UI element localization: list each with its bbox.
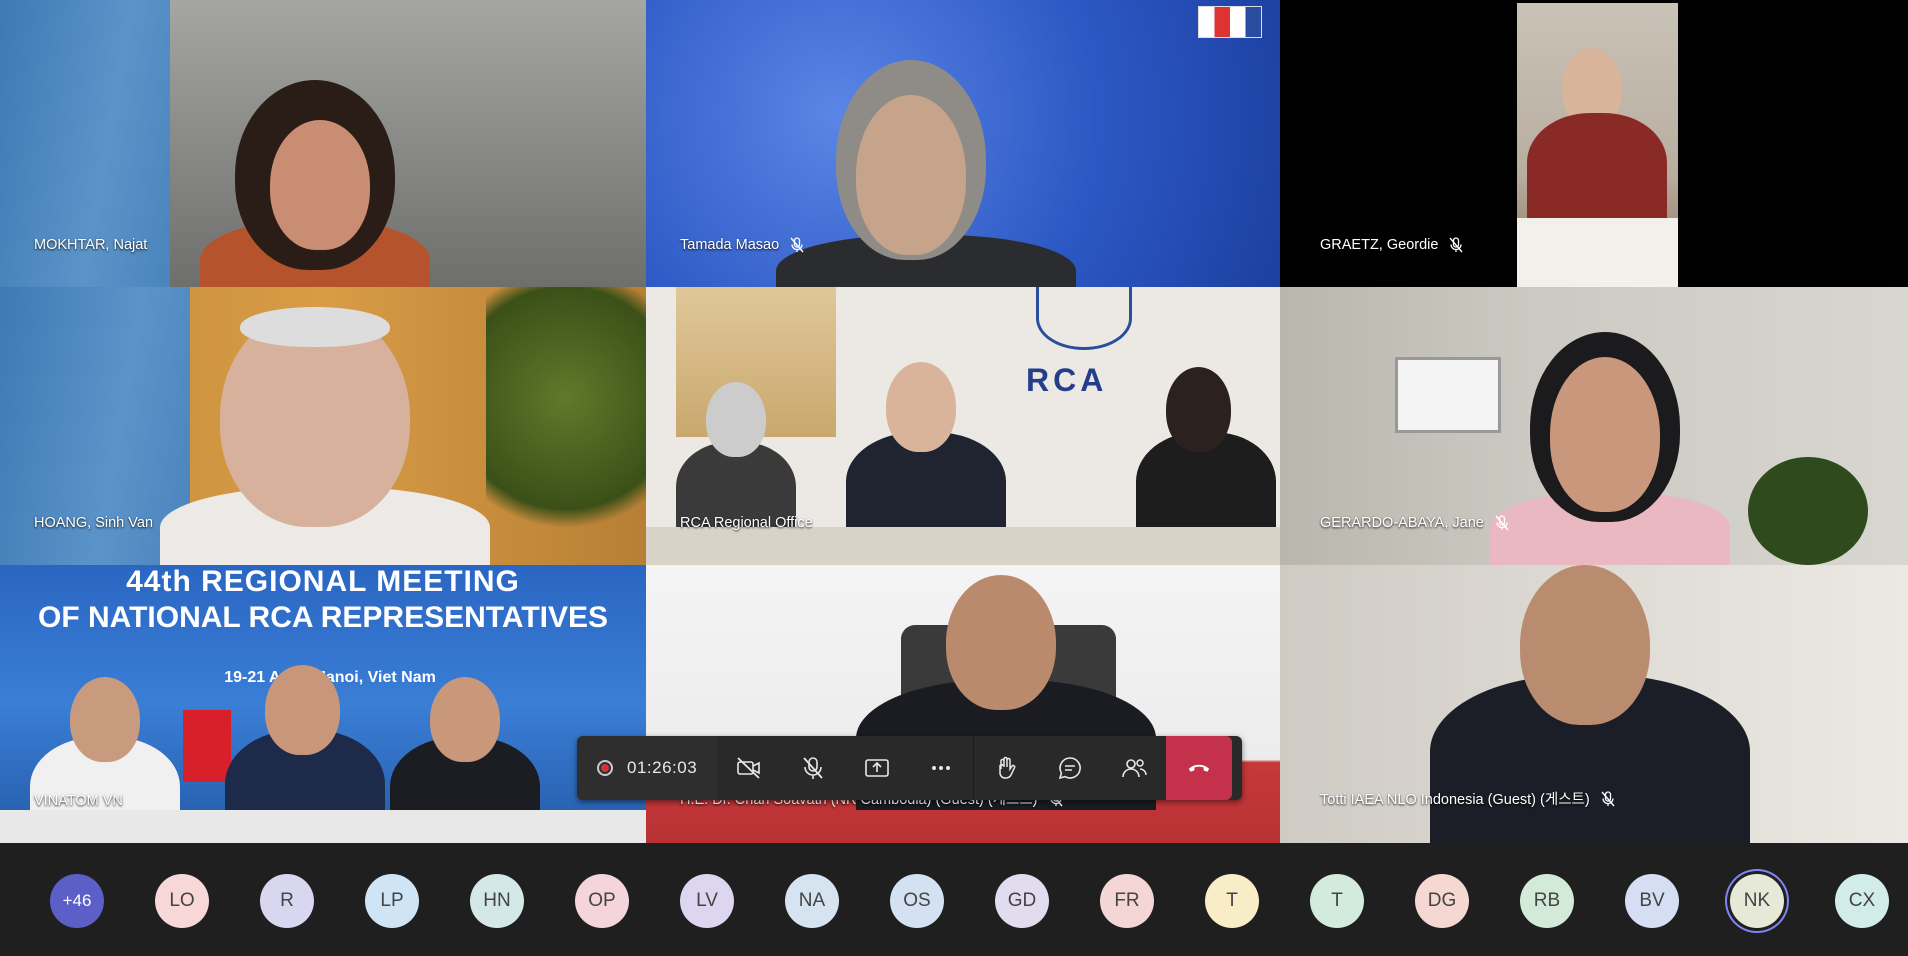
participant-name-tag: VINATOM VN: [34, 793, 123, 809]
plant: [1748, 457, 1868, 565]
participant-avatar[interactable]: FR: [1100, 874, 1154, 928]
more-options-button[interactable]: [909, 736, 973, 800]
participants-icon: [1122, 759, 1147, 778]
video-tile-totti[interactable]: Totti IAEA NLO Indonesia (Guest) (게스트): [1280, 565, 1908, 843]
mic-toggle-button[interactable]: [781, 736, 845, 800]
rca-emblem: [1036, 287, 1132, 350]
vietnam-flag-icon: [183, 710, 231, 782]
video-tile-mokhtar[interactable]: MOKHTAR, Najat: [0, 0, 646, 287]
plant: [486, 287, 646, 565]
rca-sign: RCA: [1026, 362, 1108, 398]
certificate: [1395, 357, 1501, 433]
participant-avatar[interactable]: LO: [155, 874, 209, 928]
participant-avatar[interactable]: DG: [1415, 874, 1469, 928]
table: [646, 527, 1280, 565]
participant-name-tag: GRAETZ, Geordie: [1320, 237, 1464, 253]
participant-avatar-strip: +46 LO R LP HN OP LV NA OS GD FR T T DG …: [0, 843, 1908, 956]
participant-avatar[interactable]: T: [1310, 874, 1364, 928]
raise-hand-icon: [999, 756, 1016, 779]
mic-off-icon: [1449, 237, 1463, 253]
video-feed: [1517, 3, 1678, 287]
flags-icon: [1198, 6, 1262, 38]
share-screen-icon: [865, 759, 889, 777]
camera-off-icon: [737, 757, 760, 779]
video-tile-graetz[interactable]: GRAETZ, Geordie: [1280, 0, 1908, 287]
mic-off-icon: [1495, 515, 1509, 531]
raise-hand-button[interactable]: [974, 736, 1038, 800]
participant-name-tag: Totti IAEA NLO Indonesia (Guest) (게스트): [1320, 788, 1616, 809]
participant-avatar[interactable]: T: [1205, 874, 1259, 928]
video-tile-rca-office[interactable]: RCA RCA Regional Office: [646, 287, 1280, 565]
leave-call-icon: [1188, 764, 1210, 772]
share-screen-button[interactable]: [845, 736, 909, 800]
banner-line-2: OF NATIONAL RCA REPRESENTATIVES: [37, 601, 609, 634]
participant-avatar[interactable]: CX: [1835, 874, 1889, 928]
participants-button[interactable]: [1102, 736, 1166, 800]
participant-avatar[interactable]: R: [260, 874, 314, 928]
recording-indicator: 01:26:03: [577, 736, 718, 800]
camera-toggle-button[interactable]: [717, 736, 781, 800]
chat-button[interactable]: [1038, 736, 1102, 800]
participant-avatar[interactable]: GD: [995, 874, 1049, 928]
participant-avatar[interactable]: LV: [680, 874, 734, 928]
participant-avatar[interactable]: OS: [890, 874, 944, 928]
participant-name-tag: RCA Regional Office: [680, 515, 813, 531]
participant-avatar[interactable]: LP: [365, 874, 419, 928]
call-timer: 01:26:03: [627, 758, 698, 777]
video-tile-hoang[interactable]: HOANG, Sinh Van: [0, 287, 646, 565]
participant-avatar[interactable]: OP: [575, 874, 629, 928]
participant-avatar-selected[interactable]: NK: [1730, 874, 1784, 928]
mic-off-icon: [803, 757, 823, 779]
participant-name-tag: MOKHTAR, Najat: [34, 237, 148, 253]
participant-avatar[interactable]: HN: [470, 874, 524, 928]
leave-call-button[interactable]: [1166, 736, 1233, 800]
video-grid: MOKHTAR, Najat Tamada Masao GRAETZ, Geor…: [0, 0, 1908, 843]
participant-avatar[interactable]: NA: [785, 874, 839, 928]
participant-name-tag: Tamada Masao: [680, 237, 805, 253]
mic-off-icon: [1601, 790, 1615, 806]
meeting-control-bar: 01:26:03: [577, 736, 1242, 800]
participant-avatar[interactable]: BV: [1625, 874, 1679, 928]
video-tile-tamada[interactable]: Tamada Masao: [646, 0, 1280, 287]
table: [0, 810, 646, 843]
mic-off-icon: [790, 237, 804, 253]
video-tile-cambodia[interactable]: H.E. Dr. Chan Soavath (NR Cambodia) (Gue…: [646, 565, 1280, 843]
chat-icon: [1059, 757, 1082, 780]
participant-avatar[interactable]: RB: [1520, 874, 1574, 928]
participant-name-tag: GERARDO-ABAYA, Jane: [1320, 515, 1510, 531]
banner-line-1: 44th REGIONAL MEETING: [126, 565, 520, 598]
more-icon: [932, 766, 951, 770]
record-icon: [597, 760, 613, 776]
video-tile-vinatom[interactable]: 44th REGIONAL MEETING OF NATIONAL RCA RE…: [0, 565, 646, 843]
more-participants-button[interactable]: +46: [50, 874, 104, 928]
participant-name-tag: HOANG, Sinh Van: [34, 515, 154, 531]
video-tile-gerardo-abaya[interactable]: GERARDO-ABAYA, Jane: [1280, 287, 1908, 565]
